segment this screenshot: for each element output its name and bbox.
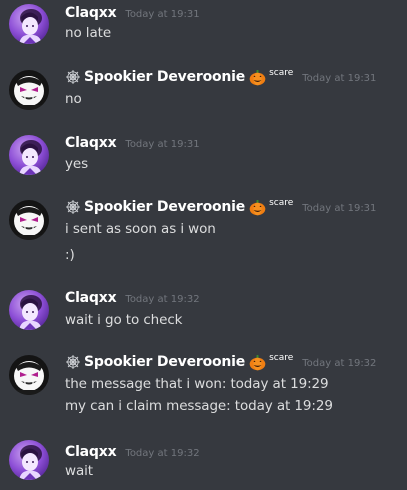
avatar-claqxx[interactable] (9, 440, 49, 480)
timestamp: Today at 19:32 (302, 357, 377, 369)
message-text: no late (65, 25, 112, 41)
avatar-claqxx[interactable] (9, 290, 49, 330)
avatar-spookier[interactable] (9, 355, 49, 395)
message-text: wait (65, 463, 93, 479)
pumpkin-icon (249, 69, 266, 86)
message-text: the message that i won: today at 19:29 (65, 376, 329, 392)
timestamp: Today at 19:32 (125, 447, 200, 459)
timestamp: Today at 19:31 (125, 8, 200, 20)
username[interactable]: Claqxx (65, 290, 117, 306)
message-text: my can i claim message: today at 19:29 (65, 398, 333, 414)
spider-web-icon (65, 69, 81, 85)
message-text: i sent as soon as i won (65, 221, 216, 237)
avatar-claqxx[interactable] (9, 135, 49, 175)
timestamp: Today at 19:31 (125, 138, 200, 150)
pumpkin-icon (249, 199, 266, 216)
avatar-spookier[interactable] (9, 70, 49, 110)
chat-messages: Claqxx Today at 19:31 no late Spookier D… (0, 0, 407, 490)
message-header: Claqxx Today at 19:32 (65, 288, 200, 308)
username[interactable]: Claqxx (65, 5, 117, 21)
message-text: wait i go to check (65, 312, 183, 328)
avatar-claqxx[interactable] (9, 4, 49, 44)
username[interactable]: Claqxx (65, 135, 117, 151)
role-badge: scare (269, 353, 294, 363)
message-text: no (65, 91, 82, 107)
username[interactable]: Spookier Deveroonie (84, 354, 245, 370)
spider-web-icon (65, 199, 81, 215)
message-header: Claqxx Today at 19:31 (65, 3, 200, 23)
timestamp: Today at 19:31 (302, 202, 377, 214)
message-header: Spookier Deveroonie scare Today at 19:32 (65, 352, 376, 372)
spider-web-icon (65, 354, 81, 370)
role-badge: scare (269, 68, 294, 78)
avatar-spookier[interactable] (9, 200, 49, 240)
timestamp: Today at 19:32 (125, 293, 200, 305)
message-header: Claqxx Today at 19:31 (65, 133, 200, 153)
pumpkin-icon (249, 354, 266, 371)
username[interactable]: Spookier Deveroonie (84, 199, 245, 215)
message-header: Claqxx Today at 19:32 (65, 442, 200, 462)
message-text: :) (65, 247, 75, 263)
timestamp: Today at 19:31 (302, 72, 377, 84)
message-header: Spookier Deveroonie scare Today at 19:31 (65, 197, 376, 217)
username[interactable]: Claqxx (65, 444, 117, 460)
role-badge: scare (269, 198, 294, 208)
message-header: Spookier Deveroonie scare Today at 19:31 (65, 67, 376, 87)
message-text: yes (65, 156, 89, 172)
username[interactable]: Spookier Deveroonie (84, 69, 245, 85)
